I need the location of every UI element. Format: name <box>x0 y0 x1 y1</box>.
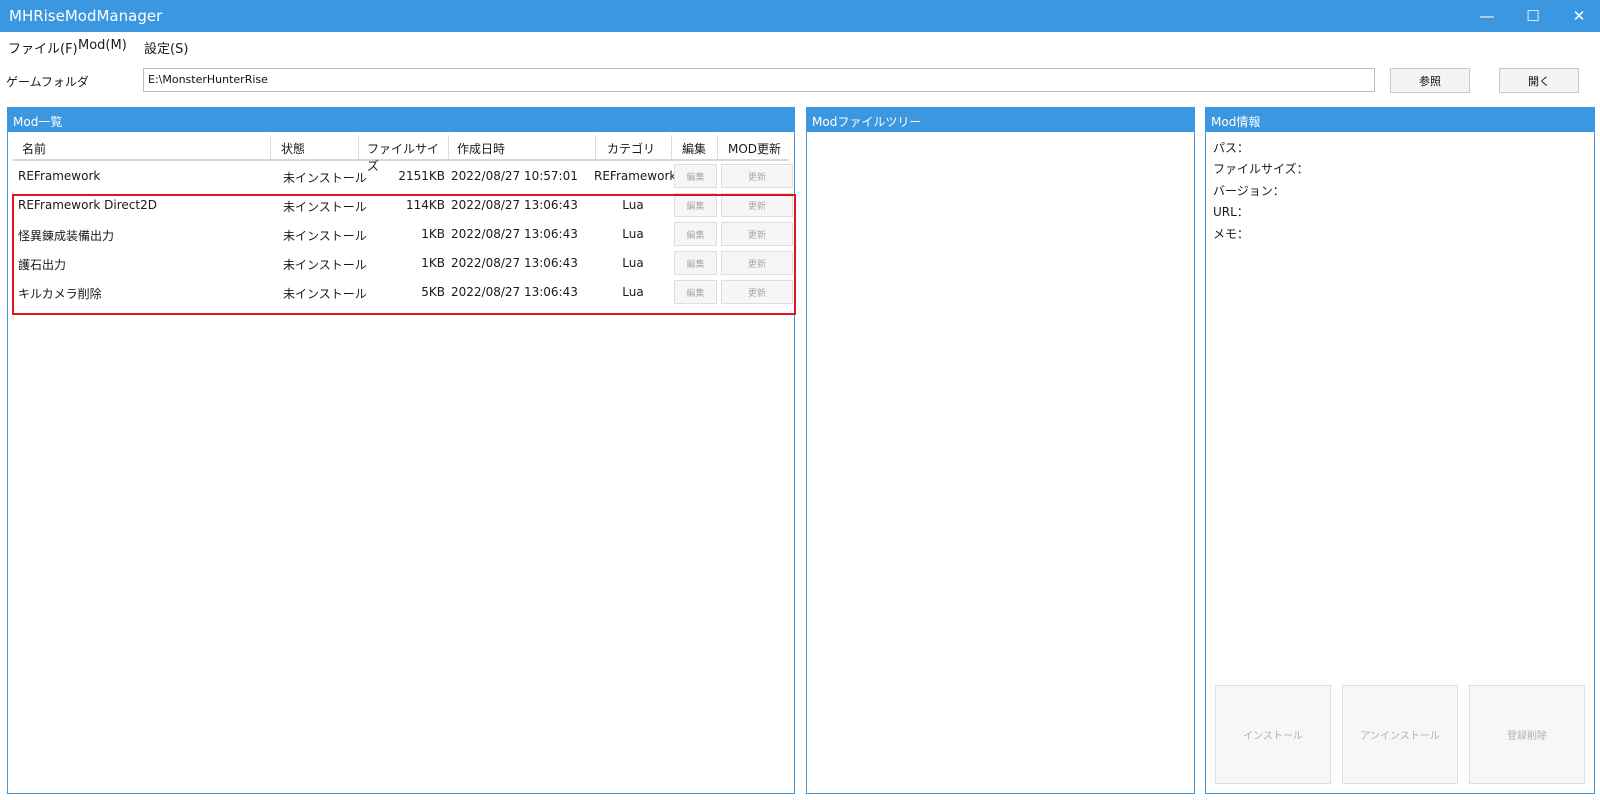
row-status: 未インストール <box>283 258 367 272</box>
row-size: 2151KB <box>398 169 445 183</box>
maximize-button[interactable]: ☐ <box>1510 0 1556 32</box>
maximize-icon: ☐ <box>1526 7 1540 25</box>
column-header-status[interactable]: 状態 <box>271 135 359 159</box>
row-name: 護石出力 <box>18 258 67 272</box>
title-bar: MHRiseModManager — ☐ ✕ <box>0 0 1600 32</box>
close-button[interactable]: ✕ <box>1556 0 1600 32</box>
install-button[interactable]: インストール <box>1215 685 1331 784</box>
column-header-name[interactable]: 名前 <box>13 135 271 159</box>
path-label: パス： <box>1213 141 1250 155</box>
column-header-update[interactable]: MOD更新 <box>718 135 789 159</box>
file-tree-panel: Modファイルツリー <box>806 107 1195 794</box>
minimize-button[interactable]: — <box>1464 0 1510 32</box>
row-name: REFramework Direct2D <box>18 198 157 212</box>
table-row[interactable]: キルカメラ削除 未インストール 5KB 2022/08/27 13:06:43 … <box>13 277 793 306</box>
edit-button[interactable]: 編集 <box>674 222 717 246</box>
mod-list-title: Mod一覧 <box>8 108 794 132</box>
column-header-edit[interactable]: 編集 <box>672 135 718 159</box>
row-name: REFramework <box>18 169 101 183</box>
row-created: 2022/08/27 10:57:01 <box>451 169 578 183</box>
update-button[interactable]: 更新 <box>721 193 793 217</box>
row-name: 怪異錬成装備出力 <box>18 229 115 243</box>
update-button[interactable]: 更新 <box>721 222 793 246</box>
browse-button[interactable]: 参照 <box>1390 68 1470 93</box>
column-header-category[interactable]: カテゴリ <box>596 135 672 159</box>
mod-info-title: Mod情報 <box>1206 108 1594 132</box>
menu-settings[interactable]: 設定(S) <box>144 38 188 57</box>
game-folder-label: ゲームフォルダ <box>6 75 89 89</box>
mod-list-panel: Mod一覧 名前 状態 ファイルサイズ 作成日時 カテゴリ 編集 MOD更新 R… <box>7 107 795 794</box>
edit-button[interactable]: 編集 <box>674 164 717 188</box>
url-label: URL： <box>1213 205 1249 219</box>
row-size: 1KB <box>421 227 445 241</box>
row-category: Lua <box>622 227 644 241</box>
menu-bar: ファイル(F) Mod(M) 設定(S) <box>0 32 1600 60</box>
update-button[interactable]: 更新 <box>721 280 793 304</box>
row-created: 2022/08/27 13:06:43 <box>451 285 578 299</box>
file-size-label: ファイルサイズ： <box>1213 162 1309 176</box>
open-button[interactable]: 開く <box>1499 68 1579 93</box>
minimize-icon: — <box>1479 7 1495 25</box>
row-category: REFramework <box>594 169 677 183</box>
memo-label: メモ： <box>1213 227 1250 241</box>
row-status: 未インストール <box>283 200 367 214</box>
row-status: 未インストール <box>283 287 367 301</box>
row-name: キルカメラ削除 <box>18 287 102 301</box>
version-label: バージョン： <box>1213 184 1285 198</box>
table-row[interactable]: 護石出力 未インストール 1KB 2022/08/27 13:06:43 Lua… <box>13 248 793 277</box>
unregister-button[interactable]: 登録削除 <box>1469 685 1585 784</box>
edit-button[interactable]: 編集 <box>674 193 717 217</box>
menu-mod[interactable]: Mod(M) <box>78 38 127 53</box>
update-button[interactable]: 更新 <box>721 164 793 188</box>
file-tree-title: Modファイルツリー <box>807 108 1194 132</box>
row-status: 未インストール <box>283 229 367 243</box>
edit-button[interactable]: 編集 <box>674 251 717 275</box>
row-created: 2022/08/27 13:06:43 <box>451 198 578 212</box>
row-created: 2022/08/27 13:06:43 <box>451 256 578 270</box>
column-header-size[interactable]: ファイルサイズ <box>359 135 449 173</box>
row-category: Lua <box>622 198 644 212</box>
table-row[interactable]: REFramework 未インストール 2151KB 2022/08/27 10… <box>13 161 793 190</box>
menu-file[interactable]: ファイル(F) <box>8 38 78 57</box>
close-icon: ✕ <box>1572 7 1586 25</box>
row-created: 2022/08/27 13:06:43 <box>451 227 578 241</box>
game-folder-input[interactable]: E:\MonsterHunterRise <box>143 68 1375 92</box>
window-title: MHRiseModManager <box>9 7 163 25</box>
row-size: 5KB <box>421 285 445 299</box>
table-row[interactable]: REFramework Direct2D 未インストール 114KB 2022/… <box>13 190 793 219</box>
row-size: 114KB <box>405 198 445 212</box>
edit-button[interactable]: 編集 <box>674 280 717 304</box>
file-tree-view[interactable] <box>807 132 1194 793</box>
uninstall-button[interactable]: アンインストール <box>1342 685 1458 784</box>
update-button[interactable]: 更新 <box>721 251 793 275</box>
row-status: 未インストール <box>283 171 367 185</box>
table-row[interactable]: 怪異錬成装備出力 未インストール 1KB 2022/08/27 13:06:43… <box>13 219 793 248</box>
column-header-created[interactable]: 作成日時 <box>449 135 596 159</box>
row-category: Lua <box>622 285 644 299</box>
row-category: Lua <box>622 256 644 270</box>
mod-table: 名前 状態 ファイルサイズ 作成日時 カテゴリ 編集 MOD更新 REFrame… <box>13 135 793 306</box>
row-size: 1KB <box>421 256 445 270</box>
mod-table-header: 名前 状態 ファイルサイズ 作成日時 カテゴリ 編集 MOD更新 <box>13 135 789 173</box>
